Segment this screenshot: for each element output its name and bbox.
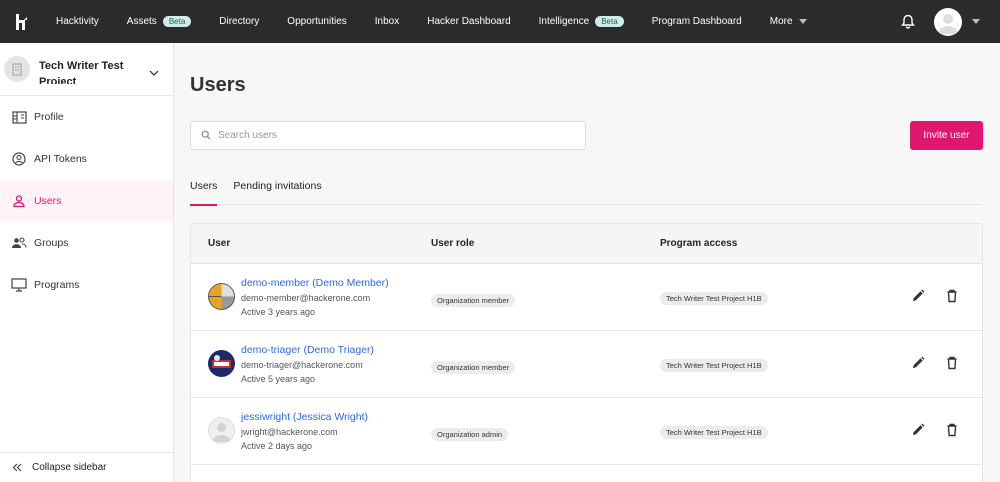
nav-hacker-dashboard[interactable]: Hacker Dashboard [413, 0, 524, 43]
nav-label: Directory [219, 16, 260, 27]
trash-icon[interactable] [945, 423, 959, 437]
nav-program-dashboard[interactable]: Program Dashboard [638, 0, 756, 43]
users-icon [11, 235, 27, 251]
user-email: demo-triager@hackerone.com [241, 360, 363, 370]
role-badge: Organization member [431, 294, 516, 307]
nav-intelligence[interactable]: Intelligence Beta [525, 0, 638, 43]
user-email: demo-member@hackerone.com [241, 293, 371, 303]
sidebar-item-programs[interactable]: Programs [0, 264, 173, 306]
org-switcher[interactable]: Tech Writer Test Project [0, 43, 173, 96]
nav-label: Hacker Dashboard [427, 16, 511, 27]
tab-bar: Users Pending invitations [190, 174, 983, 206]
role-badge: Organization member [431, 361, 516, 374]
nav-assets[interactable]: Assets Beta [113, 0, 205, 43]
sidebar-item-label: Groups [34, 237, 69, 249]
nav-directory[interactable]: Directory [205, 0, 273, 43]
main-content: Users Invite user Users Pending invitati… [174, 43, 1000, 482]
column-header-program-access: Program access [660, 238, 738, 249]
column-header-user: User [208, 238, 231, 249]
sidebar-item-label: Programs [34, 279, 80, 291]
last-active: Active 2 days ago [241, 441, 313, 451]
users-table: User User role Program access demo-membe… [190, 223, 983, 482]
user-circle-icon [11, 151, 27, 167]
nav-label: More [769, 16, 793, 27]
nav-more[interactable]: More [756, 0, 821, 43]
nav-label: Hacktivity [56, 16, 99, 27]
user-name-link[interactable]: demo-triager (Demo Triager) [241, 344, 374, 356]
column-header-user-role: User role [431, 238, 475, 249]
collapse-sidebar-label: Collapse sidebar [32, 462, 107, 473]
nav-label: Inbox [374, 16, 400, 27]
sidebar: Tech Writer Test Project Profile API Tok… [0, 43, 174, 482]
user-name-link[interactable]: jessiwright (Jessica Wright) [241, 411, 368, 423]
pencil-icon[interactable] [911, 356, 925, 370]
sidebar-item-label: Profile [34, 111, 64, 123]
double-chevron-left-icon [12, 463, 22, 472]
search-input[interactable] [218, 130, 558, 141]
beta-badge: Beta [162, 16, 192, 27]
search-box[interactable] [190, 121, 586, 150]
nav-label: Intelligence [538, 16, 590, 27]
tab-users[interactable]: Users [190, 174, 218, 206]
table-row: demo-triager (Demo Triager) demo-triager… [191, 331, 982, 398]
tab-pending-invitations[interactable]: Pending invitations [233, 174, 321, 205]
sidebar-item-groups[interactable]: Groups [0, 222, 173, 264]
trash-icon[interactable] [945, 289, 959, 303]
top-nav: Hacktivity Assets Beta Directory Opportun… [0, 0, 1000, 43]
building-icon [4, 56, 30, 82]
monitor-icon [11, 277, 27, 293]
avatar [208, 350, 235, 377]
search-icon [201, 127, 211, 145]
role-badge: Organization admin [431, 428, 509, 441]
program-badge: Tech Writer Test Project H1B [660, 426, 768, 439]
hackerone-logo-icon[interactable] [0, 0, 44, 43]
bell-icon[interactable] [898, 12, 918, 32]
table-row: jessiwright (Jessica Wright) jwright@hac… [191, 398, 982, 465]
avatar [208, 283, 235, 310]
sidebar-item-label: API Tokens [34, 153, 87, 165]
table-header: User User role Program access [191, 224, 982, 264]
table-row: demo-member (Demo Member) demo-member@ha… [191, 264, 982, 331]
chevron-down-icon[interactable] [972, 19, 980, 24]
nav-label: Assets [126, 16, 157, 27]
nav-inbox[interactable]: Inbox [361, 0, 413, 43]
user-avatar[interactable] [934, 7, 962, 36]
pencil-icon[interactable] [911, 423, 925, 437]
program-badge: Tech Writer Test Project H1B [660, 359, 768, 372]
user-email: jwright@hackerone.com [241, 427, 338, 437]
nav-label: Program Dashboard [651, 16, 742, 27]
pencil-icon[interactable] [911, 289, 925, 303]
nav-hacktivity[interactable]: Hacktivity [44, 0, 113, 43]
sidebar-item-users[interactable]: Users [0, 180, 173, 222]
page-title: Users [190, 74, 246, 96]
sidebar-item-profile[interactable]: Profile [0, 96, 173, 138]
beta-badge: Beta [595, 16, 624, 27]
last-active: Active 3 years ago [241, 307, 316, 317]
invite-user-button[interactable]: Invite user [910, 121, 983, 150]
chevron-down-icon [798, 19, 807, 24]
program-badge: Tech Writer Test Project H1B [660, 292, 768, 305]
nav-opportunities[interactable]: Opportunities [273, 0, 360, 43]
user-icon [11, 193, 27, 209]
org-name: Tech Writer Test Project [39, 60, 124, 84]
user-name-link[interactable]: demo-member (Demo Member) [241, 277, 389, 289]
nav-label: Opportunities [287, 16, 347, 27]
trash-icon[interactable] [945, 356, 959, 370]
building-icon [11, 109, 27, 125]
sidebar-item-api-tokens[interactable]: API Tokens [0, 138, 173, 180]
sidebar-item-label: Users [34, 195, 62, 207]
collapse-sidebar-button[interactable]: Collapse sidebar [0, 452, 173, 482]
chevron-down-icon [149, 63, 159, 81]
last-active: Active 5 years ago [241, 374, 316, 384]
avatar [208, 417, 235, 444]
